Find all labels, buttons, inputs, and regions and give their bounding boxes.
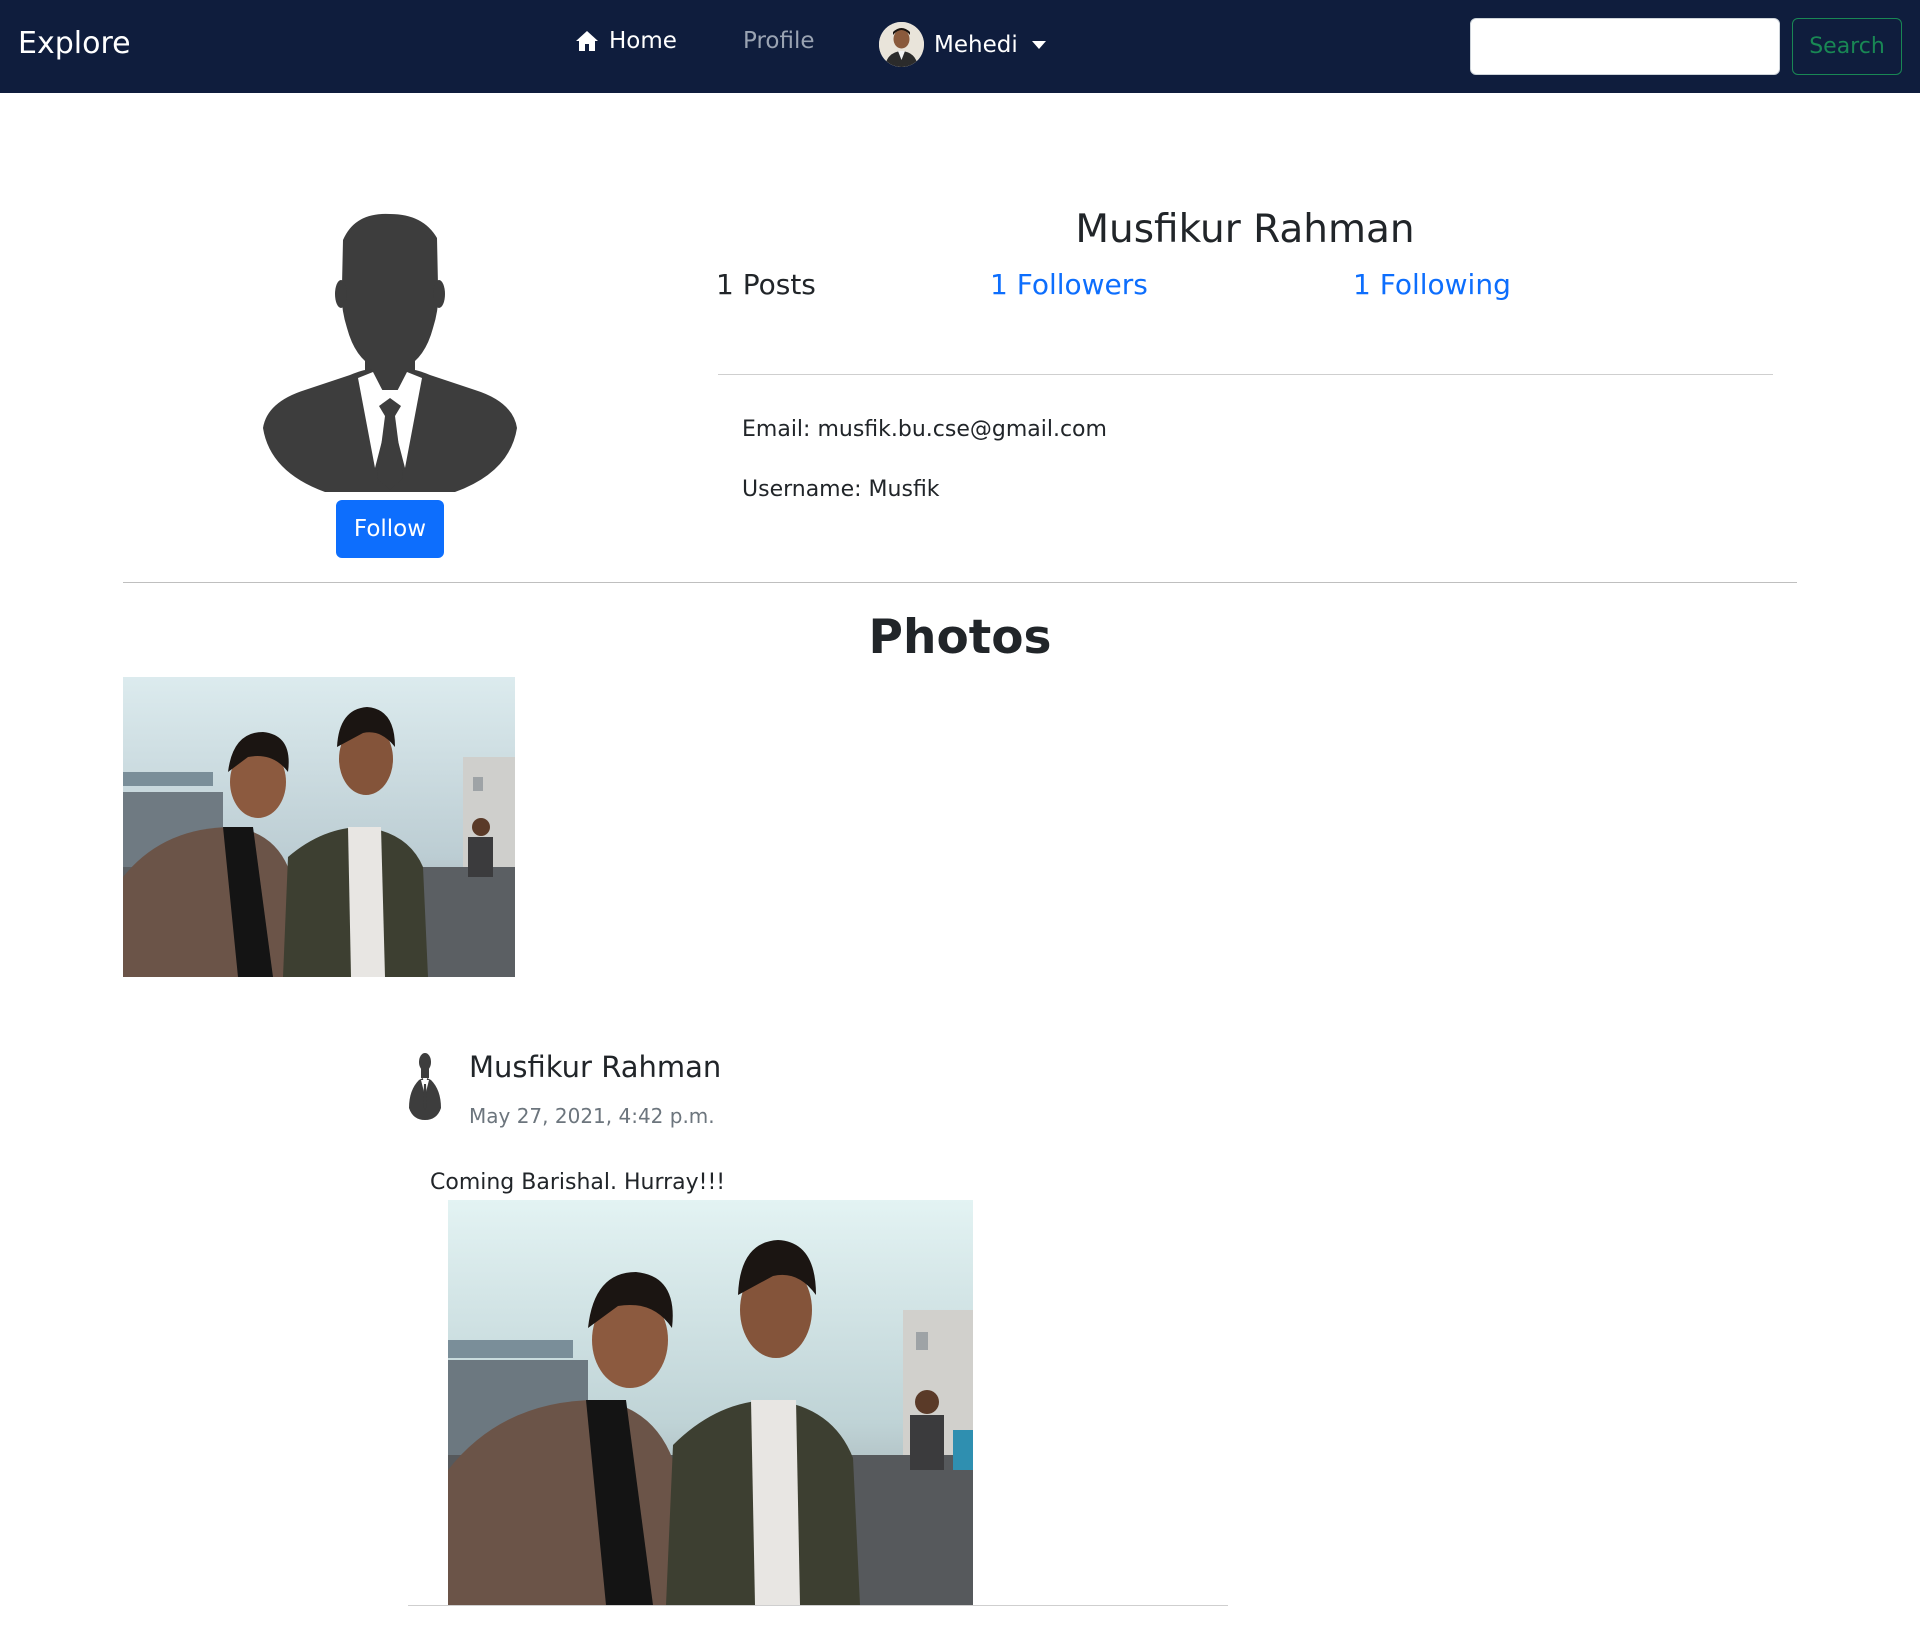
post-author-name: Musfikur Rahman (469, 1050, 722, 1084)
nav-profile-link[interactable]: Profile (743, 28, 815, 54)
user-avatar (879, 22, 924, 67)
following-link[interactable]: 1 Following (1353, 268, 1511, 301)
nav-home-label: Home (609, 28, 677, 54)
post-divider (408, 1605, 1228, 1606)
followers-link[interactable]: 1 Followers (990, 268, 1148, 301)
nav-home-link[interactable]: Home (575, 28, 677, 54)
info-divider (718, 374, 1773, 375)
photo-thumbnail[interactable] (123, 677, 515, 977)
chevron-down-icon (1031, 40, 1046, 49)
user-dropdown-toggle[interactable]: Mehedi (879, 22, 1046, 67)
post-timestamp: May 27, 2021, 4:42 p.m. (469, 1104, 715, 1128)
follow-button[interactable]: Follow (336, 500, 444, 558)
search-button[interactable]: Search (1792, 18, 1902, 75)
profile-name: Musfikur Rahman (1075, 207, 1415, 252)
brand-link[interactable]: Explore (18, 26, 131, 61)
top-navbar: Explore Home Profile Mehedi Search (0, 0, 1920, 93)
posts-count: 1 Posts (716, 268, 816, 301)
user-name: Mehedi (934, 31, 1018, 58)
search-input[interactable] (1470, 18, 1780, 75)
post-author-avatar (405, 1050, 445, 1122)
profile-username: Username: Musfik (742, 477, 940, 502)
section-divider (123, 582, 1797, 583)
post-photo[interactable] (448, 1200, 973, 1605)
house-icon (575, 30, 599, 52)
profile-email: Email: musfik.bu.cse@gmail.com (742, 417, 1107, 442)
profile-picture (255, 210, 525, 495)
post-text: Coming Barishal. Hurray!!! (430, 1170, 726, 1195)
photos-heading: Photos (868, 610, 1052, 665)
